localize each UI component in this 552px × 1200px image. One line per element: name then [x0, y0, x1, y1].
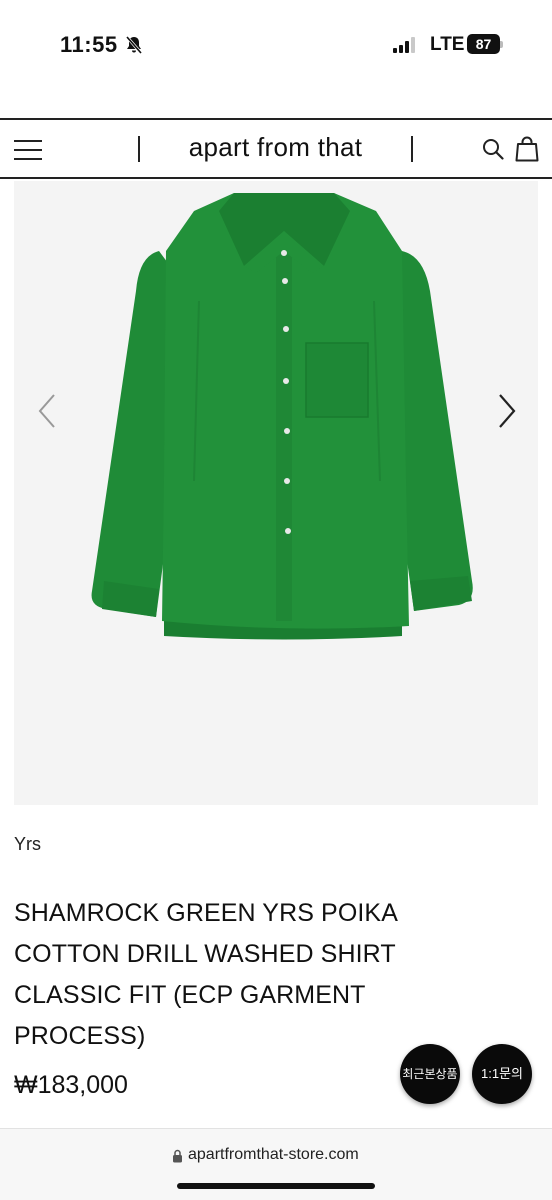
header-divider: [411, 136, 413, 162]
inquiry-button[interactable]: 1:1문의: [472, 1044, 532, 1104]
battery-level: 87: [467, 34, 500, 54]
signal-icon: [393, 37, 419, 53]
recently-viewed-button[interactable]: 최근본상품: [400, 1044, 460, 1104]
status-time: 11:55: [60, 32, 118, 57]
chevron-right-icon[interactable]: [494, 391, 518, 431]
product-price: ₩183,000: [14, 1071, 128, 1099]
bell-slash-icon: [125, 36, 143, 54]
brand-logo[interactable]: apart from that: [140, 132, 411, 163]
shopping-bag-icon[interactable]: [515, 136, 539, 162]
status-bar: 11:55 LTE 87: [0, 0, 552, 90]
chevron-left-icon[interactable]: [36, 391, 60, 431]
shirt-photo: [91, 193, 473, 640]
lock-icon: [173, 1149, 182, 1163]
search-icon[interactable]: [482, 138, 504, 160]
product-image[interactable]: [14, 181, 538, 805]
menu-icon[interactable]: [14, 140, 42, 160]
url-text[interactable]: apartfromthat-store.com: [188, 1146, 359, 1164]
network-label: LTE: [430, 34, 465, 55]
site-header: apart from that: [0, 118, 552, 179]
product-title: SHAMROCK GREEN YRS POIKA COTTON DRILL WA…: [14, 899, 397, 1050]
product-brand[interactable]: Yrs: [14, 834, 41, 855]
home-indicator[interactable]: [177, 1183, 375, 1189]
browser-url-bar[interactable]: apartfromthat-store.com: [0, 1128, 552, 1200]
battery-icon: 87: [467, 34, 503, 54]
